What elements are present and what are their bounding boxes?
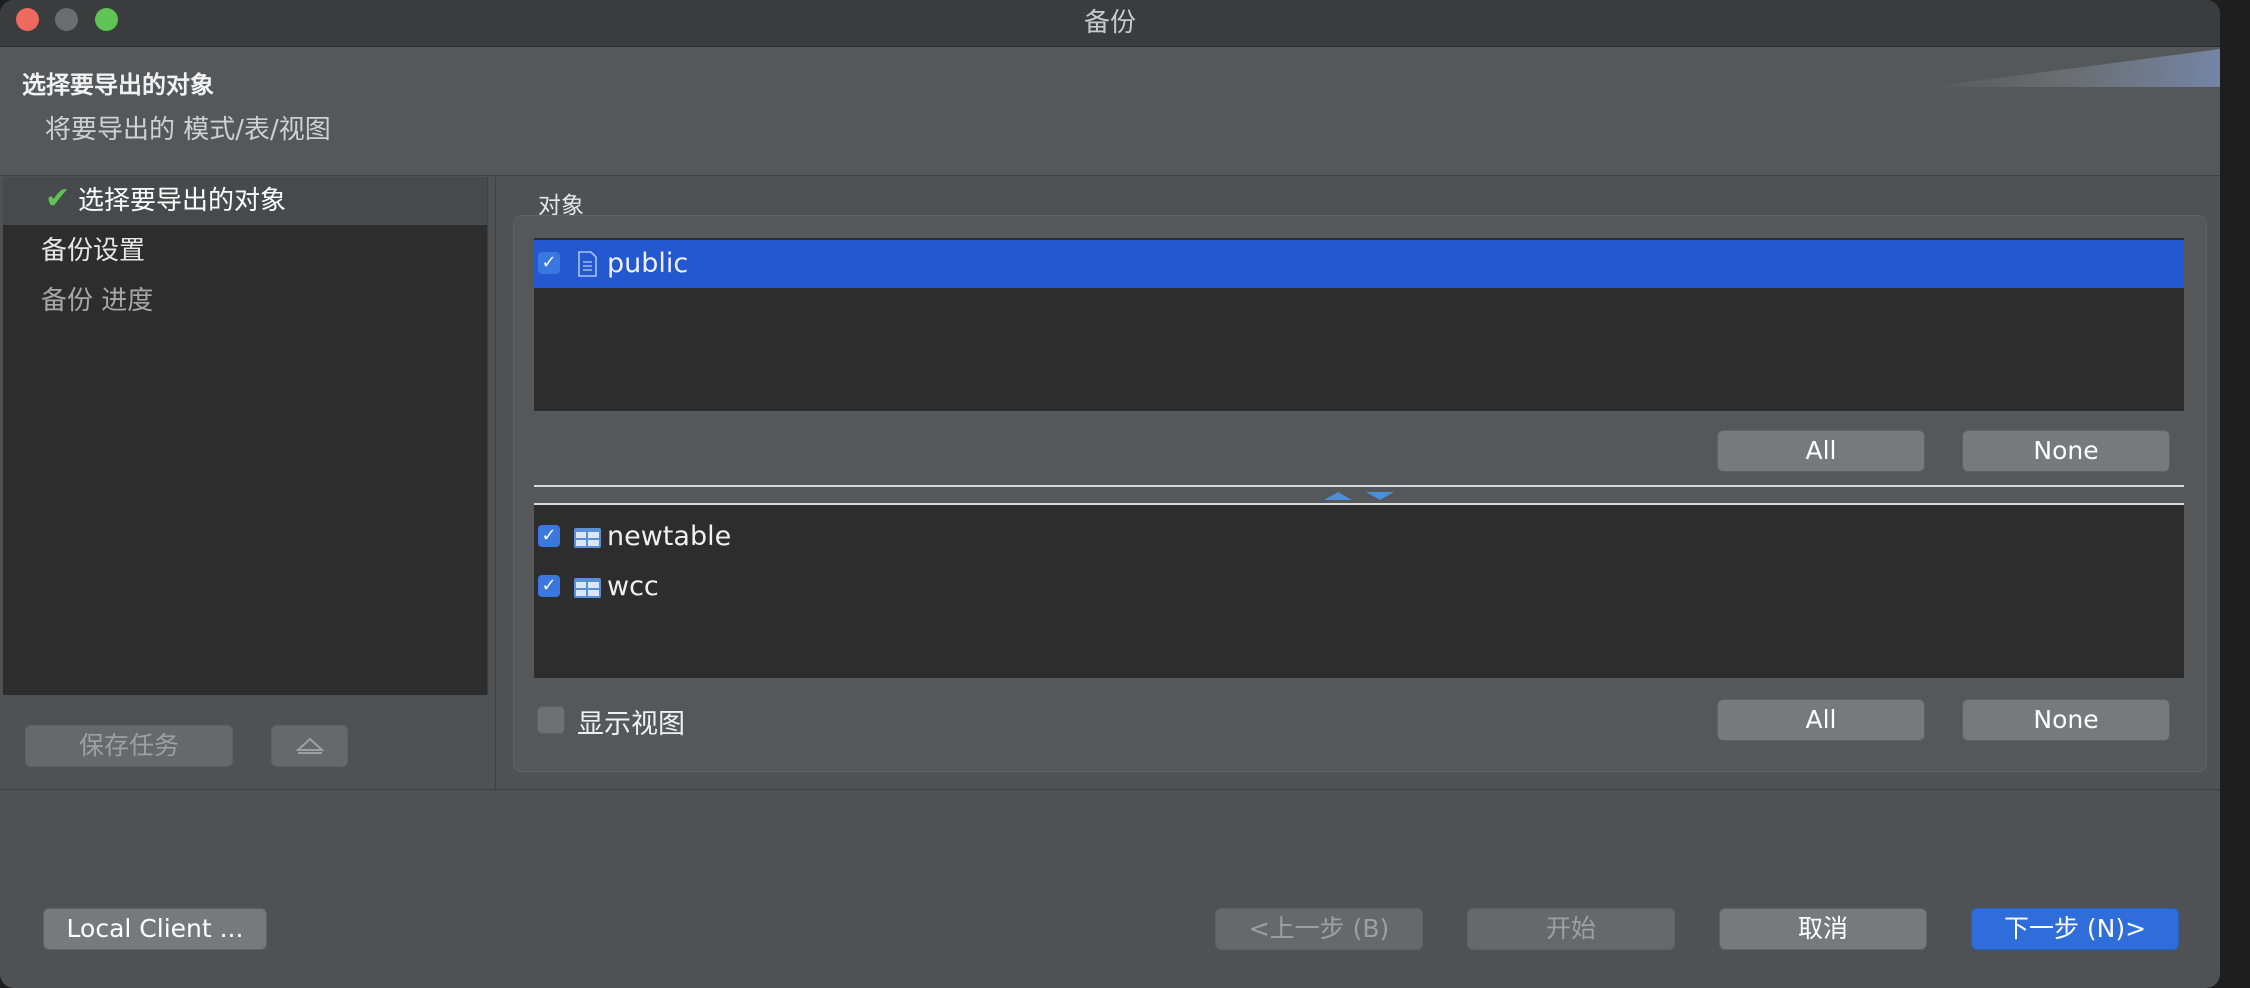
table-row-wcc[interactable]: ✓ wcc [534,563,2184,611]
splitter-handle-icon[interactable] [1320,490,1400,502]
splitter-line-top [534,485,2184,487]
table-icon [574,578,601,598]
start-button[interactable]: 开始 [1467,908,1675,950]
window-title: 备份 [1083,8,1136,38]
cancel-button[interactable]: 取消 [1719,908,1927,950]
local-client-button[interactable]: Local Client ... [43,908,267,950]
panel-divider [495,177,496,789]
table-label: wcc [607,571,659,602]
table-row-newtable[interactable]: ✓ newtable [534,513,2184,561]
schema-list[interactable]: ✓ public [534,238,2184,411]
table-list[interactable]: ✓ newtable ✓ wcc [534,505,2184,678]
schema-row-public[interactable]: ✓ public [534,240,2184,288]
table-checkbox[interactable]: ✓ [538,525,560,547]
schema-select-all-button[interactable]: All [1717,430,1925,472]
header-decoration [1930,49,2220,87]
triangle-up-icon [294,737,325,754]
page-subtitle: 将要导出的 模式/表/视图 [45,115,331,145]
table-select-none-button[interactable]: None [1962,699,2170,741]
table-checkbox[interactable]: ✓ [538,575,560,597]
show-views-label: 显示视图 [577,709,685,740]
page-title: 选择要导出的对象 [22,71,214,99]
save-task-button[interactable]: 保存任务 [25,725,233,767]
step-backup-progress: 备份 进度 [3,277,487,325]
check-icon: ✔ [45,181,71,216]
show-views-checkbox[interactable] [537,706,565,734]
step-label: 备份 进度 [41,286,154,316]
step-label: 选择要导出的对象 [78,186,287,216]
wizard-steps-list: ✔ 选择要导出的对象 备份设置 备份 进度 [3,177,488,695]
wizard-header: 选择要导出的对象 将要导出的 模式/表/视图 [0,47,2220,176]
step-select-objects[interactable]: ✔ 选择要导出的对象 [3,177,487,225]
footer-divider [0,789,2220,790]
step-backup-settings[interactable]: 备份设置 [3,227,487,275]
back-button[interactable]: <上一步 (B) [1215,908,1423,950]
move-up-button[interactable] [271,725,348,767]
schema-icon [578,251,597,277]
table-icon [574,528,601,548]
step-label: 备份设置 [41,236,146,266]
schema-select-none-button[interactable]: None [1962,430,2170,472]
schema-label: public [607,248,689,279]
table-select-all-button[interactable]: All [1717,699,1925,741]
backup-wizard-window: 备份 选择要导出的对象 将要导出的 模式/表/视图 ✔ 选择要导出的对象 备份设… [0,0,2220,988]
table-label: newtable [607,521,732,552]
next-button[interactable]: 下一步 (N)> [1971,908,2179,950]
title-bar: 备份 [0,0,2220,47]
schema-checkbox[interactable]: ✓ [538,252,560,274]
